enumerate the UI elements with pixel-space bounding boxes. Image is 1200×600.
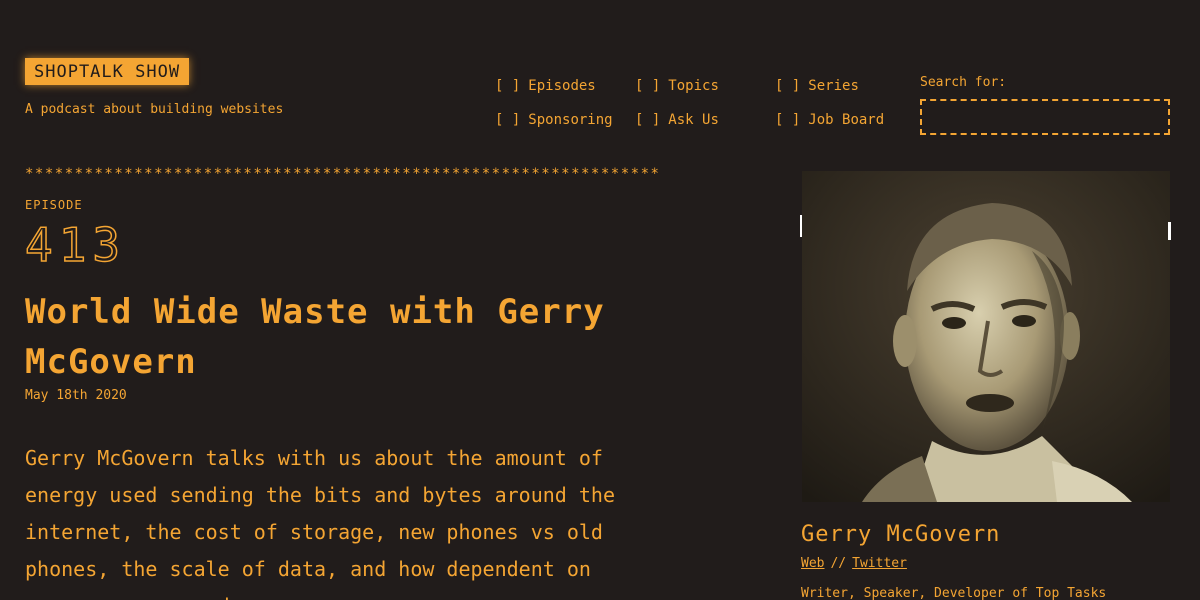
guest-photo bbox=[802, 171, 1170, 502]
checkbox-bracket-icon: [ ] bbox=[495, 112, 521, 128]
search-input[interactable] bbox=[920, 99, 1170, 135]
episode-date: May 18th 2020 bbox=[25, 388, 127, 403]
search-label: Search for: bbox=[920, 75, 1007, 90]
page: SHOPTALK SHOW A podcast about building w… bbox=[0, 0, 1200, 600]
episode-description: Gerry McGovern talks with us about the a… bbox=[25, 446, 616, 600]
episode-title: World Wide Waste with Gerry McGovern bbox=[25, 292, 605, 382]
guest-twitter-link[interactable]: Twitter bbox=[852, 556, 907, 571]
nav-item-label: Sponsoring bbox=[528, 112, 613, 128]
nav-item-job-board[interactable]: [ ] Job Board bbox=[775, 112, 905, 128]
nav-item-topics[interactable]: [ ] Topics bbox=[635, 78, 775, 94]
checkbox-bracket-icon: [ ] bbox=[635, 112, 661, 128]
nav-item-label: Episodes bbox=[528, 78, 596, 94]
nav-item-episodes[interactable]: [ ] Episodes bbox=[495, 78, 635, 94]
guest-links: Web // Twitter bbox=[801, 556, 907, 571]
checkbox-bracket-icon: [ ] bbox=[635, 78, 661, 94]
nav-item-series[interactable]: [ ] Series bbox=[775, 78, 905, 94]
guest-name: Gerry McGovern bbox=[801, 522, 1001, 547]
checkbox-bracket-icon: [ ] bbox=[495, 78, 521, 94]
guest-bio: Writer, Speaker, Developer of Top Tasks bbox=[801, 586, 1107, 600]
nav-item-label: Series bbox=[808, 78, 859, 94]
nav-item-sponsoring[interactable]: [ ] Sponsoring bbox=[495, 112, 635, 128]
guest-web-link[interactable]: Web bbox=[801, 556, 824, 571]
nav-item-label: Job Board bbox=[808, 112, 885, 128]
link-separator: // bbox=[830, 556, 847, 571]
episode-number: 413 bbox=[24, 218, 127, 272]
section-divider: ****************************************… bbox=[25, 166, 661, 182]
checkbox-bracket-icon: [ ] bbox=[775, 112, 801, 128]
main-nav: [ ] Episodes [ ] Topics [ ] Series [ ] Spons… bbox=[495, 78, 905, 128]
guest-portrait-image bbox=[802, 171, 1170, 502]
photo-frame-mark bbox=[1168, 222, 1171, 240]
checkbox-bracket-icon: [ ] bbox=[775, 78, 801, 94]
nav-item-ask-us[interactable]: [ ] Ask Us bbox=[635, 112, 775, 128]
nav-item-label: Topics bbox=[668, 78, 719, 94]
episode-label: EPISODE bbox=[25, 198, 83, 212]
site-tagline: A podcast about building websites bbox=[25, 102, 284, 117]
site-logo[interactable]: SHOPTALK SHOW bbox=[25, 58, 190, 85]
nav-item-label: Ask Us bbox=[668, 112, 719, 128]
